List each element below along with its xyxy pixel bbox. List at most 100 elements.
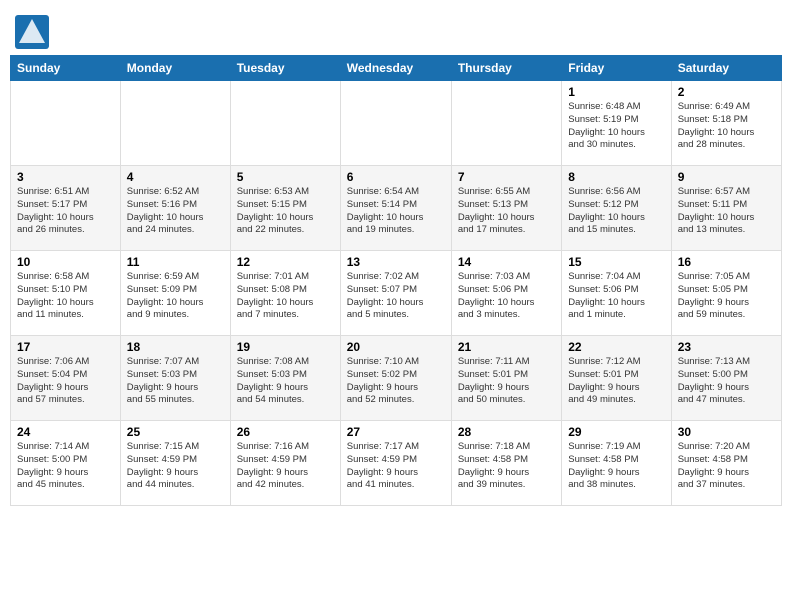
day-number: 29: [568, 425, 664, 439]
day-number: 17: [17, 340, 114, 354]
day-info: Sunrise: 6:52 AM Sunset: 5:16 PM Dayligh…: [127, 186, 224, 237]
weekday-header: Wednesday: [340, 56, 451, 81]
day-number: 8: [568, 170, 664, 184]
day-number: 22: [568, 340, 664, 354]
day-number: 24: [17, 425, 114, 439]
day-number: 3: [17, 170, 114, 184]
day-number: 28: [458, 425, 555, 439]
day-number: 9: [678, 170, 775, 184]
page-header: [10, 10, 782, 45]
weekday-header: Friday: [562, 56, 671, 81]
calendar-cell: 26 Sunrise: 7:16 AM Sunset: 4:59 PM Dayli…: [230, 421, 340, 506]
day-info: Sunrise: 7:11 AM Sunset: 5:01 PM Dayligh…: [458, 356, 555, 407]
day-info: Sunrise: 7:20 AM Sunset: 4:58 PM Dayligh…: [678, 441, 775, 492]
day-info: Sunrise: 6:51 AM Sunset: 5:17 PM Dayligh…: [17, 186, 114, 237]
day-info: Sunrise: 6:49 AM Sunset: 5:18 PM Dayligh…: [678, 101, 775, 152]
calendar-cell: 12 Sunrise: 7:01 AM Sunset: 5:08 PM Dayli…: [230, 251, 340, 336]
calendar-cell: [230, 81, 340, 166]
calendar-cell: [451, 81, 561, 166]
day-info: Sunrise: 7:18 AM Sunset: 4:58 PM Dayligh…: [458, 441, 555, 492]
weekday-header: Tuesday: [230, 56, 340, 81]
calendar-cell: 8 Sunrise: 6:56 AM Sunset: 5:12 PM Daylig…: [562, 166, 671, 251]
calendar-cell: 3 Sunrise: 6:51 AM Sunset: 5:17 PM Daylig…: [11, 166, 121, 251]
day-info: Sunrise: 6:57 AM Sunset: 5:11 PM Dayligh…: [678, 186, 775, 237]
day-info: Sunrise: 6:48 AM Sunset: 5:19 PM Dayligh…: [568, 101, 664, 152]
calendar-cell: 6 Sunrise: 6:54 AM Sunset: 5:14 PM Daylig…: [340, 166, 451, 251]
day-info: Sunrise: 6:56 AM Sunset: 5:12 PM Dayligh…: [568, 186, 664, 237]
day-info: Sunrise: 7:14 AM Sunset: 5:00 PM Dayligh…: [17, 441, 114, 492]
weekday-header: Sunday: [11, 56, 121, 81]
day-info: Sunrise: 7:08 AM Sunset: 5:03 PM Dayligh…: [237, 356, 334, 407]
calendar-cell: 1 Sunrise: 6:48 AM Sunset: 5:19 PM Daylig…: [562, 81, 671, 166]
day-number: 30: [678, 425, 775, 439]
calendar-cell: 16 Sunrise: 7:05 AM Sunset: 5:05 PM Dayli…: [671, 251, 781, 336]
weekday-header: Monday: [120, 56, 230, 81]
calendar-cell: 27Sunrise: 7:17 AM Sunset: 4:59 PM Dayli…: [340, 421, 451, 506]
calendar-cell: 9 Sunrise: 6:57 AM Sunset: 5:11 PM Daylig…: [671, 166, 781, 251]
calendar-cell: [340, 81, 451, 166]
day-number: 23: [678, 340, 775, 354]
day-info: Sunrise: 7:05 AM Sunset: 5:05 PM Dayligh…: [678, 271, 775, 322]
day-number: 25: [127, 425, 224, 439]
day-number: 5: [237, 170, 334, 184]
calendar-cell: 20 Sunrise: 7:10 AM Sunset: 5:02 PM Dayli…: [340, 336, 451, 421]
calendar-cell: [11, 81, 121, 166]
day-number: 12: [237, 255, 334, 269]
day-info: Sunrise: 7:16 AM Sunset: 4:59 PM Dayligh…: [237, 441, 334, 492]
day-info: Sunrise: 7:19 AM Sunset: 4:58 PM Dayligh…: [568, 441, 664, 492]
day-info: Sunrise: 6:58 AM Sunset: 5:10 PM Dayligh…: [17, 271, 114, 322]
calendar-cell: 2 Sunrise: 6:49 AM Sunset: 5:18 PM Daylig…: [671, 81, 781, 166]
calendar-week-row: 10Sunrise: 6:58 AM Sunset: 5:10 PM Dayli…: [11, 251, 782, 336]
day-info: Sunrise: 7:13 AM Sunset: 5:00 PM Dayligh…: [678, 356, 775, 407]
weekday-header: Saturday: [671, 56, 781, 81]
calendar-cell: 15 Sunrise: 7:04 AM Sunset: 5:06 PM Dayli…: [562, 251, 671, 336]
calendar-week-row: 1 Sunrise: 6:48 AM Sunset: 5:19 PM Daylig…: [11, 81, 782, 166]
day-number: 6: [347, 170, 445, 184]
day-number: 18: [127, 340, 224, 354]
calendar-cell: 10Sunrise: 6:58 AM Sunset: 5:10 PM Dayli…: [11, 251, 121, 336]
calendar-cell: 17 Sunrise: 7:06 AM Sunset: 5:04 PM Dayli…: [11, 336, 121, 421]
day-number: 26: [237, 425, 334, 439]
calendar-week-row: 3 Sunrise: 6:51 AM Sunset: 5:17 PM Daylig…: [11, 166, 782, 251]
day-number: 13: [347, 255, 445, 269]
day-info: Sunrise: 7:06 AM Sunset: 5:04 PM Dayligh…: [17, 356, 114, 407]
day-info: Sunrise: 7:12 AM Sunset: 5:01 PM Dayligh…: [568, 356, 664, 407]
calendar-cell: 13Sunrise: 7:02 AM Sunset: 5:07 PM Dayli…: [340, 251, 451, 336]
day-info: Sunrise: 7:04 AM Sunset: 5:06 PM Dayligh…: [568, 271, 664, 322]
weekday-header: Thursday: [451, 56, 561, 81]
day-number: 1: [568, 85, 664, 99]
day-number: 11: [127, 255, 224, 269]
calendar-week-row: 17 Sunrise: 7:06 AM Sunset: 5:04 PM Dayli…: [11, 336, 782, 421]
day-number: 2: [678, 85, 775, 99]
calendar-header-row: SundayMondayTuesdayWednesdayThursdayFrid…: [11, 56, 782, 81]
day-info: Sunrise: 7:10 AM Sunset: 5:02 PM Dayligh…: [347, 356, 445, 407]
calendar-cell: 28 Sunrise: 7:18 AM Sunset: 4:58 PM Dayli…: [451, 421, 561, 506]
logo: [15, 15, 49, 45]
calendar-cell: [120, 81, 230, 166]
calendar-cell: 19 Sunrise: 7:08 AM Sunset: 5:03 PM Dayli…: [230, 336, 340, 421]
day-number: 14: [458, 255, 555, 269]
calendar-cell: 23 Sunrise: 7:13 AM Sunset: 5:00 PM Dayli…: [671, 336, 781, 421]
day-number: 4: [127, 170, 224, 184]
day-info: Sunrise: 7:15 AM Sunset: 4:59 PM Dayligh…: [127, 441, 224, 492]
calendar-cell: 18Sunrise: 7:07 AM Sunset: 5:03 PM Dayli…: [120, 336, 230, 421]
calendar-cell: 14 Sunrise: 7:03 AM Sunset: 5:06 PM Dayli…: [451, 251, 561, 336]
calendar-cell: 11Sunrise: 6:59 AM Sunset: 5:09 PM Dayli…: [120, 251, 230, 336]
day-info: Sunrise: 6:53 AM Sunset: 5:15 PM Dayligh…: [237, 186, 334, 237]
day-number: 27: [347, 425, 445, 439]
calendar-cell: 25 Sunrise: 7:15 AM Sunset: 4:59 PM Dayli…: [120, 421, 230, 506]
day-info: Sunrise: 7:01 AM Sunset: 5:08 PM Dayligh…: [237, 271, 334, 322]
day-number: 15: [568, 255, 664, 269]
day-number: 19: [237, 340, 334, 354]
calendar-cell: 30 Sunrise: 7:20 AM Sunset: 4:58 PM Dayli…: [671, 421, 781, 506]
calendar-cell: 29 Sunrise: 7:19 AM Sunset: 4:58 PM Dayli…: [562, 421, 671, 506]
day-info: Sunrise: 6:54 AM Sunset: 5:14 PM Dayligh…: [347, 186, 445, 237]
calendar-cell: 4 Sunrise: 6:52 AM Sunset: 5:16 PM Daylig…: [120, 166, 230, 251]
calendar-cell: 22 Sunrise: 7:12 AM Sunset: 5:01 PM Dayli…: [562, 336, 671, 421]
calendar-cell: 7Sunrise: 6:55 AM Sunset: 5:13 PM Daylig…: [451, 166, 561, 251]
calendar-cell: 21Sunrise: 7:11 AM Sunset: 5:01 PM Dayli…: [451, 336, 561, 421]
day-number: 20: [347, 340, 445, 354]
day-number: 16: [678, 255, 775, 269]
calendar-week-row: 24 Sunrise: 7:14 AM Sunset: 5:00 PM Dayli…: [11, 421, 782, 506]
day-info: Sunrise: 7:03 AM Sunset: 5:06 PM Dayligh…: [458, 271, 555, 322]
